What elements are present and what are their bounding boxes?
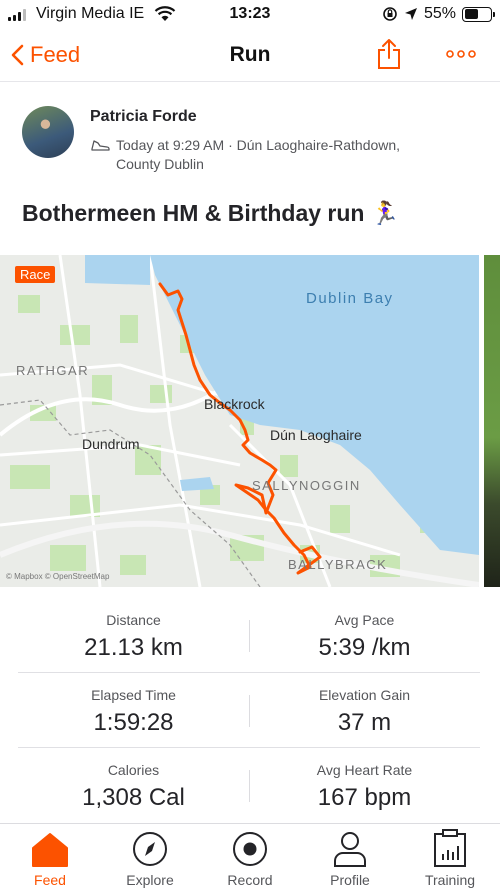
tab-explore[interactable]: Explore bbox=[100, 824, 200, 889]
tab-label: Training bbox=[424, 872, 476, 888]
page-title: Run bbox=[229, 43, 271, 66]
tab-training[interactable]: Training bbox=[400, 824, 500, 889]
stat-row: Distance 21.13 km Avg Pace 5:39 /km bbox=[18, 598, 480, 673]
rotation-lock-icon bbox=[383, 7, 397, 21]
navigation-bar: Feed Run bbox=[0, 30, 500, 82]
stat-label: Avg Pace bbox=[334, 612, 395, 628]
compass-icon bbox=[133, 832, 167, 866]
status-bar: Virgin Media IE 13:23 55% bbox=[0, 0, 500, 30]
stat-elapsed-time: Elapsed Time 1:59:28 bbox=[18, 673, 249, 737]
record-icon bbox=[233, 832, 267, 866]
map-label-ballybrack: BALLYBRACK bbox=[288, 557, 388, 572]
battery-percent: 55% bbox=[423, 5, 456, 22]
stat-value: 5:39 /km bbox=[318, 634, 411, 661]
stat-label: Distance bbox=[106, 612, 161, 628]
stat-value: 167 bpm bbox=[317, 784, 412, 811]
stat-value: 37 m bbox=[337, 709, 392, 736]
share-icon[interactable] bbox=[376, 38, 402, 70]
stat-avg-heart-rate: Avg Heart Rate 167 bpm bbox=[249, 748, 480, 812]
shoe-icon bbox=[91, 140, 110, 151]
map-label-dun-laoghaire: Dún Laoghaire bbox=[270, 427, 362, 443]
route-map[interactable]: Race Dublin Bay RATHGAR Blackrock Dún La… bbox=[0, 255, 479, 587]
stat-value: 1,308 Cal bbox=[82, 784, 185, 811]
map-label-dublin-bay: Dublin Bay bbox=[306, 290, 394, 307]
map-label-blackrock: Blackrock bbox=[204, 396, 265, 412]
tab-record[interactable]: Record bbox=[200, 824, 300, 889]
tab-feed[interactable]: Feed bbox=[0, 824, 100, 889]
map-attribution: © Mapbox © OpenStreetMap bbox=[6, 572, 110, 581]
stat-label: Avg Heart Rate bbox=[316, 762, 413, 778]
stat-calories: Calories 1,308 Cal bbox=[18, 748, 249, 812]
tab-label: Explore bbox=[126, 872, 174, 888]
more-options-icon[interactable] bbox=[446, 48, 476, 60]
race-badge: Race bbox=[15, 266, 56, 283]
stat-label: Elevation Gain bbox=[318, 687, 411, 703]
home-icon bbox=[32, 833, 68, 867]
stat-elevation-gain: Elevation Gain 37 m bbox=[249, 673, 480, 737]
activity-stats: Distance 21.13 km Avg Pace 5:39 /km Elap… bbox=[18, 598, 480, 823]
stat-value: 1:59:28 bbox=[93, 709, 174, 736]
activity-time-location: Today at 9:29 AM · Dún Laoghaire-Rathdow… bbox=[116, 137, 401, 172]
profile-icon bbox=[334, 832, 366, 867]
stat-distance: Distance 21.13 km bbox=[18, 598, 249, 662]
battery-icon bbox=[462, 6, 495, 22]
avatar[interactable] bbox=[22, 106, 74, 158]
stat-value: 21.13 km bbox=[84, 634, 183, 661]
tab-label: Feed bbox=[34, 872, 66, 888]
stat-avg-pace: Avg Pace 5:39 /km bbox=[249, 598, 480, 662]
stat-row: Elapsed Time 1:59:28 Elevation Gain 37 m bbox=[18, 673, 480, 748]
activity-meta: Today at 9:29 AM · Dún Laoghaire-Rathdow… bbox=[90, 136, 420, 174]
tab-label: Profile bbox=[330, 872, 370, 888]
tab-label: Record bbox=[227, 872, 273, 888]
map-canvas bbox=[0, 255, 479, 587]
map-label-dundrum: Dundrum bbox=[82, 436, 140, 452]
training-icon bbox=[434, 829, 466, 867]
tab-bar: Feed Explore Record Profile Training bbox=[0, 823, 500, 889]
stat-label: Elapsed Time bbox=[91, 687, 176, 703]
tab-profile[interactable]: Profile bbox=[300, 824, 400, 889]
stat-row: Calories 1,308 Cal Avg Heart Rate 167 bp… bbox=[18, 748, 480, 823]
activity-title: Bothermeen HM & Birthday run 🏃‍♀️ bbox=[22, 200, 400, 226]
map-label-sallynoggin: SALLYNOGGIN bbox=[252, 478, 361, 493]
stat-label: Calories bbox=[107, 762, 160, 778]
map-label-rathgar: RATHGAR bbox=[16, 363, 90, 378]
location-arrow-icon bbox=[404, 8, 417, 20]
activity-photo-preview[interactable] bbox=[484, 255, 500, 587]
athlete-name[interactable]: Patricia Forde bbox=[90, 108, 197, 126]
